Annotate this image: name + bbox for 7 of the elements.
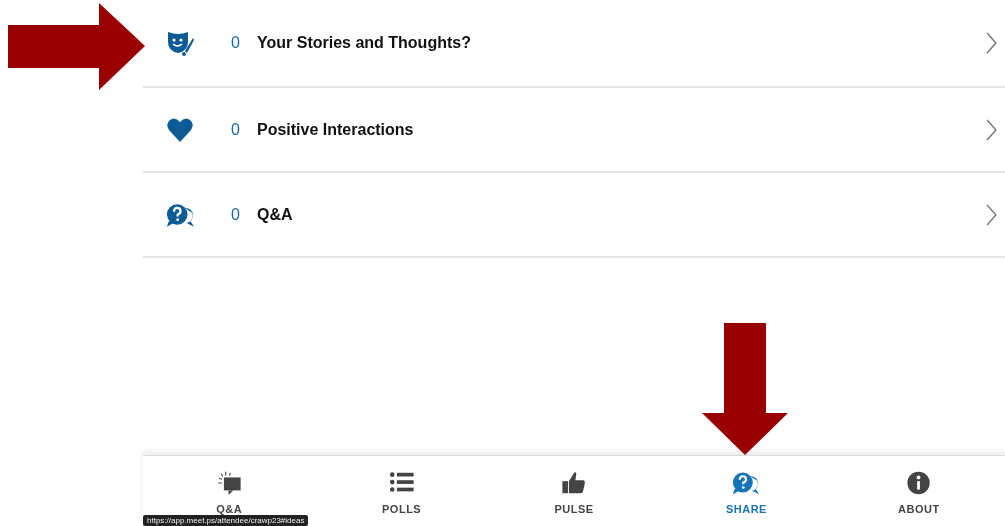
count: 0 <box>231 34 241 52</box>
category-label: Positive Interactions <box>257 120 415 139</box>
category-label: Q&A <box>257 205 294 224</box>
category-label: Your Stories and Thoughts? <box>257 34 472 52</box>
status-url-tooltip: https://app.meet.ps/attendee/crawp23#ideas <box>143 515 309 526</box>
count: 0 <box>231 120 241 139</box>
count: 0 <box>231 205 241 224</box>
